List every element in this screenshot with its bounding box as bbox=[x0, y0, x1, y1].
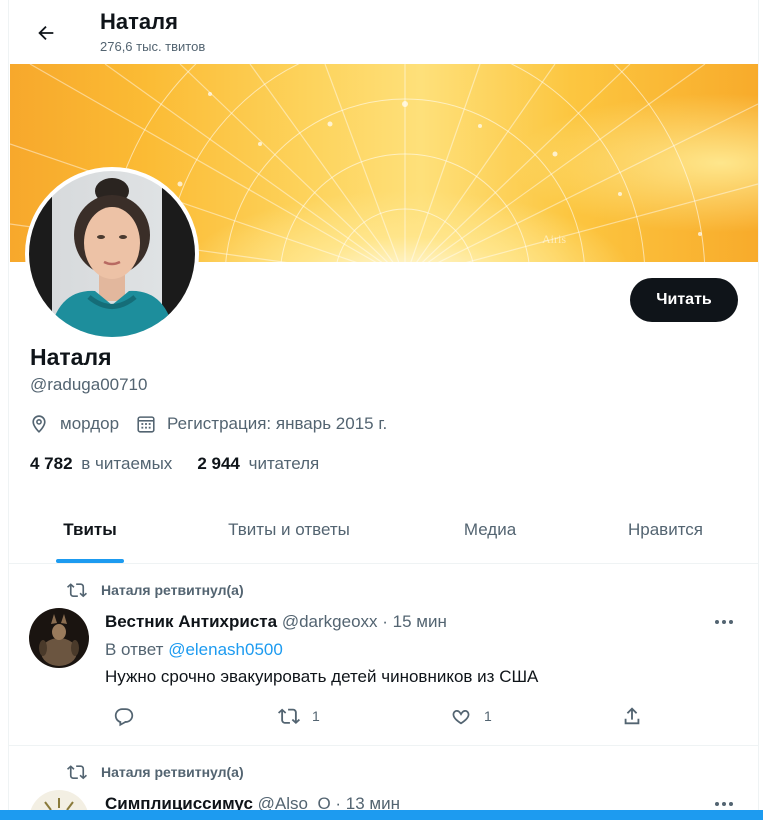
avatar-portrait-graphic bbox=[49, 178, 175, 337]
more-dots-icon bbox=[715, 620, 719, 624]
retweet-icon bbox=[278, 708, 300, 724]
location-text: мордор bbox=[60, 414, 120, 433]
heart-icon bbox=[452, 710, 470, 725]
top-bar: Наталя 276,6 тыс. твитов bbox=[9, 0, 758, 64]
like-button[interactable]: 1 bbox=[450, 705, 492, 727]
profile-location: мордор bbox=[28, 413, 119, 435]
joined-text: Регистрация: январь 2015 г. bbox=[167, 414, 388, 433]
following-link[interactable]: 4 782 в читаемых bbox=[30, 454, 172, 474]
tab-media[interactable]: Медиа bbox=[407, 498, 573, 563]
header-name: Наталя bbox=[100, 9, 178, 34]
profile-stats: 4 782 в читаемых 2 944 читателя bbox=[30, 454, 344, 474]
more-options-button[interactable] bbox=[709, 612, 739, 632]
profile-joined: Регистрация: январь 2015 г. bbox=[135, 413, 387, 435]
reply-icon bbox=[114, 708, 134, 727]
reply-prefix: В ответ bbox=[105, 640, 164, 659]
tweet-author-handle[interactable]: @darkgeoxx bbox=[282, 612, 378, 631]
active-tab-indicator bbox=[56, 559, 124, 563]
retweet-context-text: Наталя ретвитнул(а) bbox=[101, 582, 244, 598]
reply-context: В ответ @elenash0500 bbox=[105, 640, 283, 660]
profile-tabs: Твиты Твиты и ответы Медиа Нравится bbox=[9, 498, 758, 564]
more-dots-icon bbox=[715, 802, 719, 806]
tweet-actions: 1 1 bbox=[105, 705, 705, 729]
profile-avatar[interactable] bbox=[25, 167, 199, 341]
following-label: в читаемых bbox=[81, 454, 173, 473]
calendar-icon bbox=[137, 416, 155, 433]
tweet-author-avatar[interactable] bbox=[29, 608, 89, 668]
arrow-left-icon bbox=[38, 25, 54, 41]
tweet-author-name[interactable]: Вестник Антихриста bbox=[105, 612, 277, 631]
retweet-button[interactable]: 1 bbox=[278, 705, 320, 727]
followers-count: 2 944 bbox=[197, 454, 240, 473]
retweet-icon bbox=[67, 583, 87, 598]
bottom-accent-bar bbox=[0, 810, 763, 820]
profile-handle: @raduga00710 bbox=[30, 375, 148, 394]
tweet[interactable]: Наталя ретвитнул(а) Симплициссимус @Also… bbox=[9, 746, 758, 820]
tweet[interactable]: Наталя ретвитнул(а) Вестник Антихриста @… bbox=[9, 564, 758, 746]
retweet-count: 1 bbox=[312, 708, 320, 724]
tweet-time[interactable]: · 15 мин bbox=[382, 612, 447, 631]
followers-label: читателя bbox=[248, 454, 320, 473]
profile-name: Наталя bbox=[30, 344, 112, 370]
tweet-text: Нужно срочно эвакуировать детей чиновник… bbox=[105, 667, 539, 686]
profile-column: Наталя 276,6 тыс. твитов Airis Читать На… bbox=[8, 0, 759, 820]
avatar-photo bbox=[29, 171, 195, 337]
tab-likes[interactable]: Нравится bbox=[573, 498, 758, 563]
retweet-context-text: Наталя ретвитнул(а) bbox=[101, 764, 244, 780]
share-icon bbox=[624, 707, 640, 725]
follow-button[interactable]: Читать bbox=[630, 278, 738, 322]
back-button[interactable] bbox=[29, 16, 63, 50]
reply-button[interactable] bbox=[113, 705, 135, 727]
tweet-header: Вестник Антихриста @darkgeoxx · 15 мин bbox=[105, 612, 447, 632]
retweet-context: Наталя ретвитнул(а) bbox=[67, 580, 244, 600]
following-count: 4 782 bbox=[30, 454, 73, 473]
retweet-context: Наталя ретвитнул(а) bbox=[67, 762, 244, 782]
header-tweet-count: 276,6 тыс. твитов bbox=[100, 39, 206, 54]
followers-link[interactable]: 2 944 читателя bbox=[197, 454, 319, 474]
like-count: 1 bbox=[484, 708, 492, 724]
share-button[interactable] bbox=[621, 705, 643, 727]
reply-to-link[interactable]: @elenash0500 bbox=[168, 640, 283, 659]
retweet-icon bbox=[67, 765, 87, 780]
location-pin-icon bbox=[32, 415, 46, 433]
banner-watermark: Airis bbox=[542, 232, 566, 246]
avatar-dark-figure-graphic bbox=[29, 608, 89, 668]
tab-tweets[interactable]: Твиты bbox=[9, 498, 171, 563]
profile-meta: мордор Регистрация: январь 2015 г. bbox=[28, 413, 403, 435]
tab-tweets-and-replies[interactable]: Твиты и ответы bbox=[171, 498, 407, 563]
